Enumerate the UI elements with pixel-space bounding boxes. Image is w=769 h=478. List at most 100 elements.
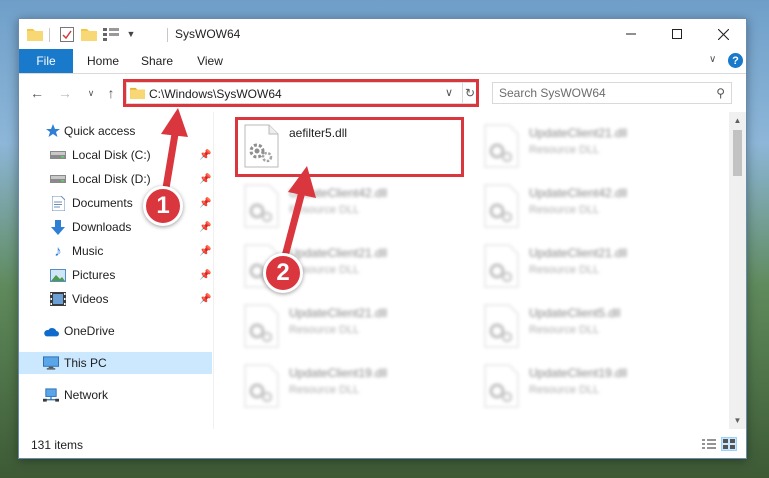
file-item[interactable]: UpdateClient21.dll Resource DLL — [475, 118, 705, 174]
sidebar-item-quick-access[interactable]: Quick access — [19, 120, 212, 142]
quick-access-chevron-icon[interactable]: ▼ — [123, 26, 139, 42]
sidebar-item-videos[interactable]: Videos 📌 — [19, 288, 212, 310]
window-title: SysWOW64 — [175, 27, 241, 41]
file-name: UpdateClient21.dll — [529, 126, 628, 140]
file-name: UpdateClient19.dll — [289, 366, 388, 380]
search-box[interactable]: ⚲ — [492, 82, 732, 104]
sidebar-item-label: This PC — [64, 356, 107, 370]
file-name: UpdateClient21.dll — [529, 246, 628, 260]
sidebar-item-label: Videos — [72, 292, 109, 306]
pin-icon[interactable]: 📌 — [199, 198, 211, 209]
sidebar-item-label: Quick access — [64, 124, 136, 138]
sidebar-item-pictures[interactable]: Pictures 📌 — [19, 264, 212, 286]
tiles-view-icon[interactable] — [721, 437, 737, 451]
title-bar: ▼ SysWOW64 — [19, 19, 746, 49]
item-count: 131 items — [31, 438, 84, 452]
scroll-up-arrow-icon[interactable]: ▲ — [729, 112, 746, 129]
sidebar-item-network[interactable]: Network — [19, 384, 212, 406]
tab-home[interactable]: Home — [77, 49, 129, 73]
pane-divider[interactable] — [213, 112, 214, 429]
file-type: Resource DLL — [289, 384, 360, 396]
file-type: Resource DLL — [529, 144, 600, 156]
tab-share[interactable]: Share — [131, 49, 183, 73]
pin-icon[interactable]: 📌 — [199, 270, 211, 281]
up-arrow-icon[interactable]: ↑ — [101, 83, 121, 103]
file-type: Resource DLL — [529, 204, 600, 216]
new-folder-icon[interactable] — [81, 26, 97, 42]
sidebar-item-onedrive[interactable]: OneDrive — [19, 320, 212, 342]
customize-icon[interactable] — [103, 26, 119, 42]
file-item[interactable]: UpdateClient5.dll Resource DLL — [475, 298, 705, 354]
pin-icon[interactable]: 📌 — [199, 246, 211, 257]
sidebar-item-local-disk-c[interactable]: Local Disk (C:) 📌 — [19, 144, 212, 166]
file-name: UpdateClient19.dll — [529, 366, 628, 380]
file-type: Resource DLL — [529, 264, 600, 276]
documents-icon — [50, 195, 66, 211]
back-arrow-icon[interactable]: ← — [27, 83, 47, 103]
help-button[interactable]: ? — [728, 53, 743, 68]
maximize-button[interactable] — [654, 19, 700, 49]
file-name: UpdateClient21.dll — [289, 246, 388, 260]
tab-view[interactable]: View — [185, 49, 235, 73]
sidebar-item-this-pc[interactable]: This PC — [19, 352, 212, 374]
sidebar-item-label: Downloads — [72, 220, 132, 234]
dll-file-icon — [481, 304, 521, 348]
file-item[interactable]: UpdateClient19.dll Resource DLL — [235, 358, 465, 414]
pin-icon[interactable]: 📌 — [199, 150, 211, 161]
file-item[interactable]: UpdateClient42.dll Resource DLL — [475, 178, 705, 234]
cloud-icon — [43, 323, 59, 339]
sidebar-item-label: Pictures — [72, 268, 116, 282]
pin-icon[interactable]: 📌 — [199, 222, 211, 233]
scrollbar-thumb[interactable] — [733, 130, 742, 176]
file-name: UpdateClient21.dll — [289, 306, 388, 320]
drive-icon — [50, 171, 66, 187]
vertical-scrollbar[interactable]: ▲ ▼ — [729, 112, 746, 429]
file-type: Resource DLL — [289, 204, 360, 216]
pictures-icon — [50, 267, 66, 283]
close-button[interactable] — [700, 19, 746, 49]
dll-file-icon — [481, 364, 521, 408]
search-icon[interactable]: ⚲ — [716, 86, 725, 100]
folder-icon — [27, 26, 43, 42]
step-1-badge: 1 — [143, 186, 183, 226]
dll-file-icon — [241, 364, 281, 408]
file-highlight — [235, 117, 464, 177]
file-item[interactable]: UpdateClient42.dll Resource DLL — [235, 178, 465, 234]
status-bar: 131 items — [19, 430, 746, 458]
sidebar-item-label: Music — [72, 244, 104, 258]
tab-file[interactable]: File — [19, 49, 73, 73]
sidebar-item-music[interactable]: ♪ Music 📌 — [19, 240, 212, 262]
properties-icon[interactable] — [59, 26, 75, 42]
separator — [49, 28, 50, 42]
file-name: UpdateClient42.dll — [529, 186, 628, 200]
navigation-pane: Quick access Local Disk (C:) 📌 Local Dis… — [19, 112, 212, 429]
sidebar-item-label: Documents — [72, 196, 133, 210]
forward-arrow-icon[interactable]: → — [55, 83, 75, 103]
sidebar-item-label: Local Disk (D:) — [72, 172, 151, 186]
file-name: UpdateClient42.dll — [289, 186, 388, 200]
network-icon — [43, 387, 59, 403]
pin-icon[interactable]: 📌 — [199, 174, 211, 185]
dll-file-icon — [481, 184, 521, 228]
separator — [167, 28, 168, 42]
dll-file-icon — [241, 184, 281, 228]
pin-icon[interactable]: 📌 — [199, 294, 211, 305]
dll-file-icon — [241, 304, 281, 348]
ribbon-tabs: File Home Share View ∨ ? — [19, 49, 746, 74]
file-item[interactable]: UpdateClient21.dll Resource DLL — [475, 238, 705, 294]
file-name: UpdateClient5.dll — [529, 306, 621, 320]
minimize-button[interactable] — [608, 19, 654, 49]
sidebar-item-documents[interactable]: Documents 📌 — [19, 192, 212, 214]
sidebar-item-downloads[interactable]: Downloads 📌 — [19, 216, 212, 238]
scroll-down-arrow-icon[interactable]: ▼ — [729, 412, 746, 429]
file-item[interactable]: UpdateClient19.dll Resource DLL — [475, 358, 705, 414]
recent-locations-chevron-icon[interactable]: ∨ — [81, 83, 101, 103]
address-bar-highlight — [123, 79, 479, 107]
file-item[interactable]: UpdateClient21.dll Resource DLL — [235, 298, 465, 354]
sidebar-item-label: Local Disk (C:) — [72, 148, 151, 162]
search-input[interactable] — [499, 85, 699, 101]
star-icon — [45, 123, 61, 139]
expand-ribbon-chevron-icon[interactable]: ∨ — [709, 54, 716, 65]
sidebar-item-local-disk-d[interactable]: Local Disk (D:) 📌 — [19, 168, 212, 190]
details-view-icon[interactable] — [701, 437, 717, 451]
